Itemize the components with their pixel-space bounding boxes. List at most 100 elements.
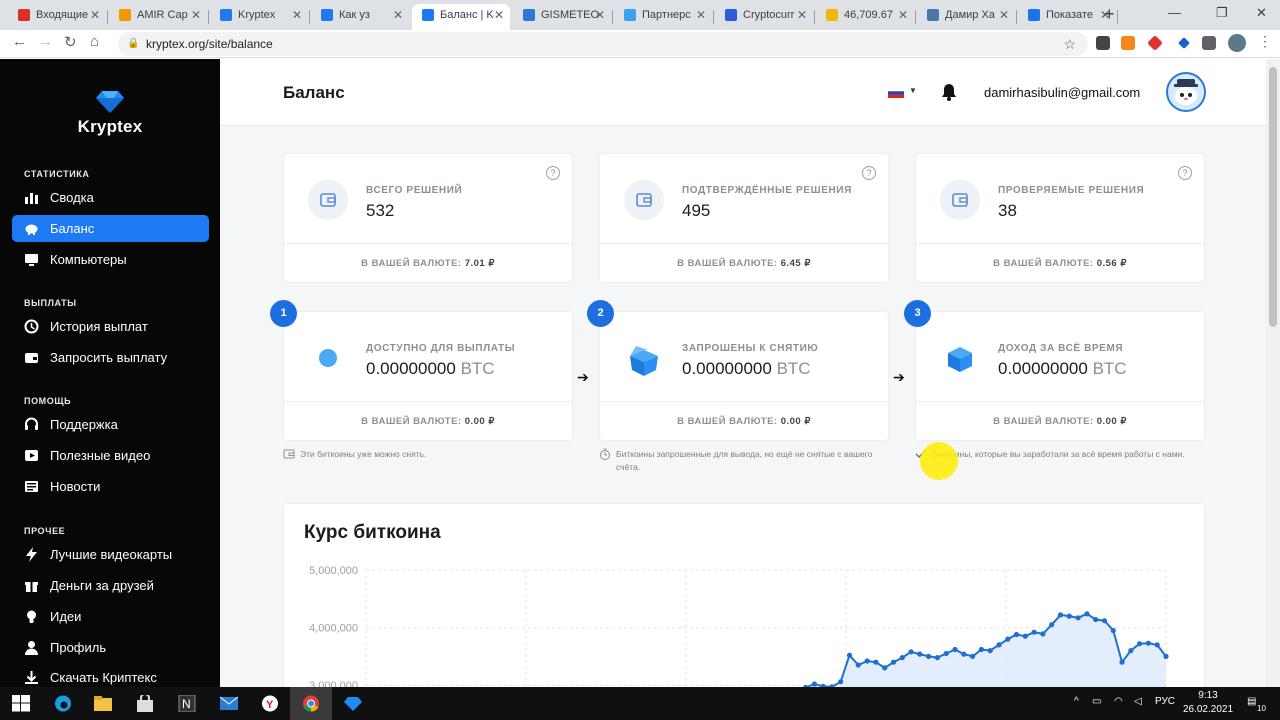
close-tab-icon[interactable]: ✕ <box>797 4 807 26</box>
close-tab-icon[interactable]: ✕ <box>90 4 100 26</box>
btc-card-requested: ЗАПРОШЕНЫ К СНЯТИЮ 0.00000000 BTC В ВАШЕ… <box>599 311 889 441</box>
reload-icon[interactable]: ↻ <box>64 33 77 51</box>
help-icon[interactable]: ? <box>546 166 560 180</box>
blue-extension-icon[interactable] <box>1178 37 1190 49</box>
avatar[interactable] <box>1166 72 1206 112</box>
sidebar-item-balance[interactable]: Баланс <box>12 215 209 242</box>
sidebar-item-ideas[interactable]: Идеи <box>12 603 209 630</box>
browser-tab[interactable]: Дамир Ха ✕ <box>917 4 1015 30</box>
btc-value: 0.00000000 BTC <box>998 359 1127 379</box>
input-language[interactable]: РУС <box>1155 696 1175 707</box>
taskbar-yandex[interactable]: Y <box>249 687 291 720</box>
browser-tab[interactable]: Входящие ✕ <box>8 4 106 30</box>
taskbar-store[interactable] <box>124 687 166 720</box>
sidebar-item-videos[interactable]: Полезные видео <box>12 442 209 469</box>
sidebar-item-request-payout[interactable]: Запросить выплату <box>12 344 209 371</box>
browser-tab[interactable]: Баланс | K ✕ <box>412 4 510 30</box>
close-tab-icon[interactable]: ✕ <box>393 4 403 26</box>
taskbar-explorer[interactable] <box>82 687 124 720</box>
section-payouts: ВЫПЛАТЫ <box>24 298 77 308</box>
headset-icon <box>25 417 38 430</box>
sidebar-item-summary[interactable]: Сводка <box>12 184 209 211</box>
news-icon <box>25 481 38 492</box>
wifi-icon[interactable]: ◠ <box>1114 696 1123 707</box>
battery-icon[interactable]: ▭ <box>1092 696 1101 707</box>
extensions-puzzle-icon[interactable] <box>1202 36 1216 50</box>
maximize-icon[interactable]: ❐ <box>1216 5 1228 21</box>
browser-tab[interactable]: Партнерс ✕ <box>614 4 712 30</box>
taskbar-mail[interactable] <box>208 687 250 720</box>
sidebar-item-computers[interactable]: Компьютеры <box>12 246 209 273</box>
clock-date: 26.02.2021 <box>1182 704 1234 715</box>
close-tab-icon[interactable]: ✕ <box>595 4 605 26</box>
bell-icon[interactable] <box>942 83 956 101</box>
taskbar-chrome[interactable] <box>290 687 332 720</box>
close-tab-icon[interactable]: ✕ <box>292 4 302 26</box>
sidebar-label: Баланс <box>50 221 95 236</box>
btc-label: ЗАПРОШЕНЫ К СНЯТИЮ <box>682 343 819 354</box>
help-icon[interactable]: ? <box>1178 166 1192 180</box>
browser-tab[interactable]: 46,709.67 ✕ <box>816 4 914 30</box>
forward-icon[interactable]: → <box>38 33 53 50</box>
wallet-icon <box>25 353 38 363</box>
tray-chevron-icon[interactable]: ^ <box>1074 696 1079 707</box>
close-tab-icon[interactable]: ✕ <box>898 4 908 26</box>
sidebar-label: Компьютеры <box>50 252 127 267</box>
user-email[interactable]: damirhasibulin@gmail.com <box>984 85 1140 100</box>
wallet-icon <box>624 180 664 220</box>
browser-tab[interactable]: Cryptocurr ✕ <box>715 4 813 30</box>
language-caret-icon[interactable]: ▼ <box>909 86 917 95</box>
new-tab-icon[interactable]: + <box>1104 4 1115 25</box>
page-scrollbar[interactable] <box>1266 59 1280 687</box>
foot-value: 0.00 ₽ <box>1096 416 1127 427</box>
brand-name[interactable]: Kryptex <box>0 117 220 137</box>
browser-tab[interactable]: Показате ✕ <box>1018 4 1116 30</box>
browser-tab[interactable]: AMIR Cap ✕ <box>109 4 207 30</box>
url-input[interactable]: 🔒 kryptex.org/site/balance ☆ <box>118 32 1088 56</box>
close-tab-icon[interactable]: ✕ <box>494 4 504 26</box>
close-tab-icon[interactable]: ✕ <box>696 4 706 26</box>
tab-separator <box>1117 10 1118 24</box>
sidebar-item-referrals[interactable]: Деньги за друзей <box>12 572 209 599</box>
metamask-extension-icon[interactable] <box>1121 36 1135 50</box>
sidebar-item-best-gpus[interactable]: Лучшие видеокарты <box>12 541 209 568</box>
taskbar-clock[interactable]: 9:13 26.02.2021 <box>1180 689 1236 717</box>
browser-tab[interactable]: Как уз ✕ <box>311 4 409 30</box>
profile-avatar-icon[interactable] <box>1228 34 1246 52</box>
tab-favicon-icon <box>18 9 30 21</box>
close-tab-icon[interactable]: ✕ <box>191 4 201 26</box>
page-title: Баланс <box>283 83 345 102</box>
back-icon[interactable]: ← <box>12 33 27 50</box>
browser-tab[interactable]: Kryptex ✕ <box>210 4 308 30</box>
sidebar-item-profile[interactable]: Профиль <box>12 634 209 661</box>
start-button[interactable] <box>0 687 42 720</box>
red-extension-icon[interactable] <box>1147 35 1163 51</box>
tab-label: Баланс | K <box>440 9 494 21</box>
browser-menu-icon[interactable]: ⋮ <box>1258 33 1272 50</box>
data-point <box>1040 631 1046 637</box>
browser-tab[interactable]: GISMETEO ✕ <box>513 4 611 30</box>
scrollbar-thumb[interactable] <box>1269 67 1277 327</box>
close-window-icon[interactable]: ✕ <box>1256 5 1267 21</box>
data-point <box>917 651 923 657</box>
section-help: ПОМОЩЬ <box>24 396 72 406</box>
taskbar-kryptex[interactable] <box>332 687 374 720</box>
taskbar-edge[interactable] <box>42 687 84 720</box>
russia-flag-icon[interactable] <box>888 88 904 98</box>
help-icon[interactable]: ? <box>862 166 876 180</box>
taskbar-notion[interactable]: N <box>166 687 208 720</box>
close-tab-icon[interactable]: ✕ <box>999 4 1009 26</box>
bookmark-star-icon[interactable]: ☆ <box>1063 32 1076 56</box>
volume-icon[interactable]: ◁ <box>1134 696 1142 707</box>
minimize-icon[interactable]: — <box>1168 5 1181 20</box>
page-header: Баланс ▼ damirhasibulin@gmail.com <box>220 59 1266 126</box>
home-icon[interactable]: ⌂ <box>90 33 99 50</box>
sidebar-item-payout-history[interactable]: История выплат <box>12 313 209 340</box>
notifications-icon[interactable]: ▤ <box>1247 696 1256 707</box>
tab-favicon-icon <box>422 9 434 21</box>
sidebar-item-news[interactable]: Новости <box>12 473 209 500</box>
sidebar-item-support[interactable]: Поддержка <box>12 411 209 438</box>
browser-tab-bar: Входящие ✕ AMIR Cap ✕ Kryptex ✕ Как уз ✕ Баланс … <box>0 0 1280 30</box>
data-point <box>934 655 941 661</box>
qr-extension-icon[interactable] <box>1096 36 1110 50</box>
